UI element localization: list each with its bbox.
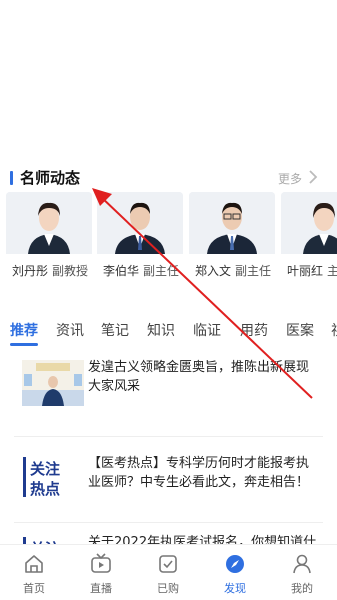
section-title: 名师动态 [20, 169, 81, 187]
svg-text:热点: 热点 [30, 480, 60, 498]
news-thumbnail [22, 360, 84, 406]
news-item[interactable]: 发遑古义领略金匮奥旨，推陈出新展现大家风采 [0, 356, 337, 422]
tab-label: 已购 [157, 582, 179, 595]
tab-clinical[interactable]: 临证 [193, 320, 221, 340]
news-title: 发遑古义领略金匮奥旨，推陈出新展现大家风采 [88, 360, 310, 394]
discover-icon [226, 555, 244, 573]
news-item[interactable]: 关注 热点 【医考热点】专科学历何时才能报考执业医师？中专生必看此文，奔走相告！ [0, 448, 337, 510]
tab-notes[interactable]: 笔记 [101, 320, 129, 340]
tab-knowledge[interactable]: 知识 [147, 320, 175, 340]
tab-label: 我的 [291, 582, 313, 595]
header-blank-area [0, 0, 337, 160]
tab-label: 直播 [90, 582, 112, 595]
doctor-card[interactable]: 叶丽红主任 [281, 192, 337, 282]
doctor-carousel[interactable]: 刘丹彤 副教授 李伯华 副主任 郑入文 副主任 叶丽红 主 [0, 192, 337, 282]
tab-medication[interactable]: 用药 [240, 320, 268, 340]
news-thumbnail: 关注 热点 [22, 454, 84, 500]
tab-label: 发现 [224, 582, 246, 595]
doctor-card[interactable]: 李伯华 副主任 [97, 192, 183, 282]
tab-cases[interactable]: 医案 [286, 320, 314, 340]
doctor-photo [97, 192, 183, 254]
tab-discover[interactable]: 发现 [205, 545, 265, 600]
tab-profile[interactable]: 我的 [272, 545, 332, 600]
tab-live[interactable]: 直播 [71, 545, 131, 600]
doctor-name: 叶丽红主任 [287, 264, 337, 278]
news-divider [14, 522, 323, 523]
doctor-photo [6, 192, 92, 254]
svg-text:关注: 关注 [30, 460, 60, 478]
doctor-card[interactable]: 刘丹彤 副教授 [6, 192, 92, 282]
bottom-tab-bar: 首页 直播 已购 发现 我的 [0, 544, 337, 600]
famous-teacher-section-header: 名师动态 更多 [0, 166, 337, 190]
tab-label: 首页 [23, 582, 45, 595]
live-tv-icon [91, 553, 111, 573]
tab-home[interactable]: 首页 [4, 545, 64, 600]
chevron-right-icon[interactable] [306, 169, 320, 185]
doctor-card[interactable]: 郑入文 副主任 [189, 192, 275, 282]
section-accent-bar [10, 171, 13, 185]
category-tabs: 推荐 资讯 笔记 知识 临证 用药 医案 视 [0, 318, 337, 346]
news-divider [14, 436, 323, 437]
more-link[interactable]: 更多 [278, 170, 302, 187]
tab-news[interactable]: 资讯 [56, 320, 84, 340]
active-tab-indicator [10, 343, 38, 346]
doctor-name: 李伯华 副主任 [103, 264, 180, 278]
tab-purchased[interactable]: 已购 [138, 545, 198, 600]
doctor-photo [281, 192, 337, 254]
profile-icon [293, 554, 311, 574]
doctor-name: 郑入文 副主任 [195, 264, 272, 278]
home-icon [25, 555, 43, 573]
purchased-icon [159, 555, 177, 573]
doctor-name: 刘丹彤 副教授 [12, 264, 89, 278]
tab-recommend[interactable]: 推荐 [10, 320, 38, 340]
tab-video[interactable]: 视 [331, 320, 337, 340]
doctor-photo [189, 192, 275, 254]
focus-hotspot-badge: 关注 热点 [22, 454, 84, 500]
news-title: 【医考热点】专科学历何时才能报考执业医师？中专生必看此文，奔走相告！ [88, 456, 310, 490]
